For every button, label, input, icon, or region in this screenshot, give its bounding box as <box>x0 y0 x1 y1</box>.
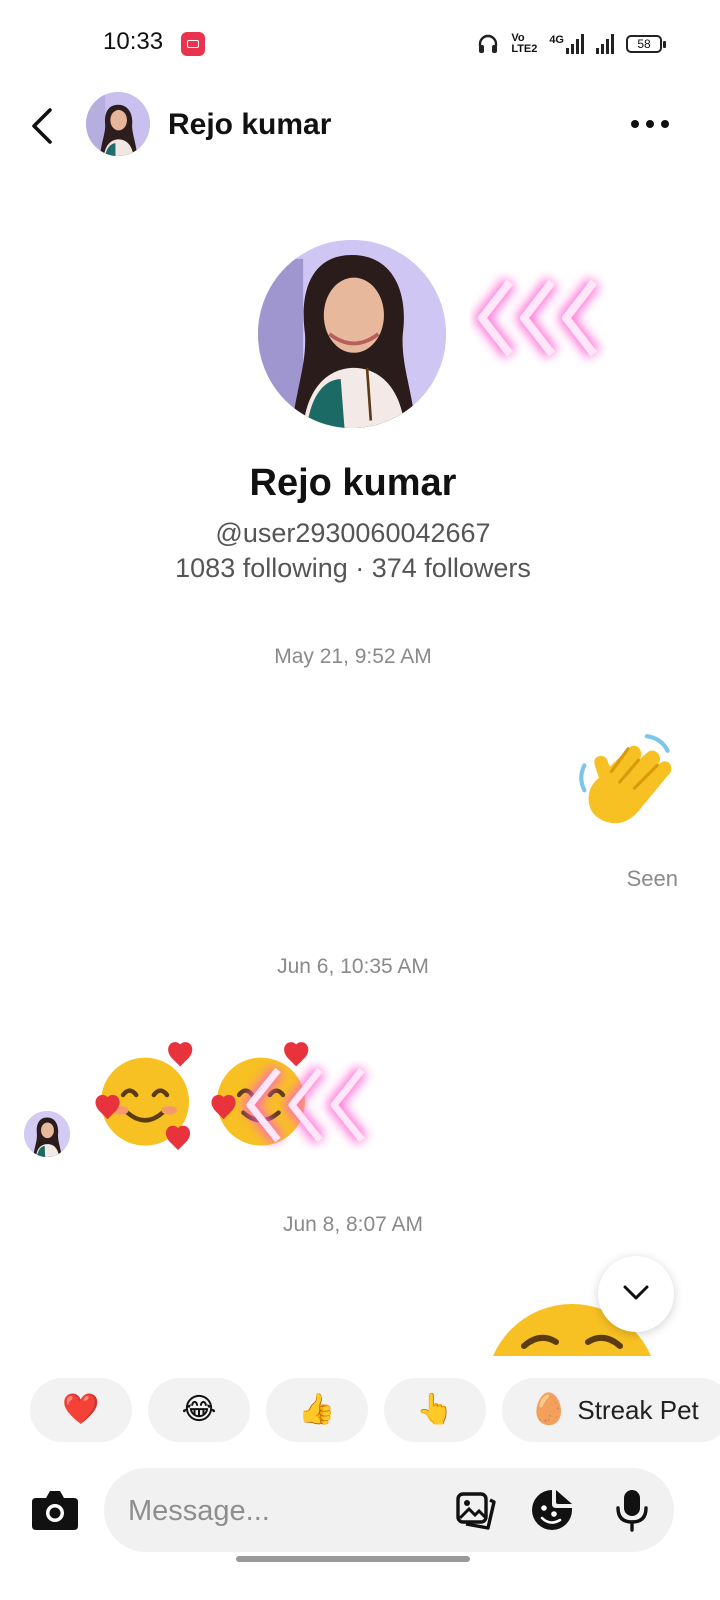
voice-message-button[interactable] <box>610 1488 654 1532</box>
message-timestamp: Jun 6, 10:35 AM <box>277 955 429 978</box>
point-up-icon: 👆 <box>416 1393 454 1426</box>
volte-label: Vo LTE2 <box>511 32 538 55</box>
profile-avatar[interactable] <box>258 240 446 428</box>
network-type-label: 4G <box>549 34 564 46</box>
thumbs-up-icon: 👍 <box>298 1393 336 1426</box>
message-timestamp: Jun 8, 8:07 AM <box>282 1213 424 1236</box>
screen-record-icon <box>181 32 205 56</box>
back-arrow-icon <box>32 108 52 144</box>
chat-header: Rejo kumar <box>0 86 720 166</box>
profile-stats: 1083 following · 374 followers <box>175 553 531 583</box>
streak-chevrons-icon <box>474 277 601 359</box>
header-contact-name[interactable]: Rejo kumar <box>168 108 331 142</box>
streak-pet-icon: 🥚 <box>530 1393 568 1426</box>
profile-name: Rejo kumar <box>249 462 457 504</box>
avatar-photo-icon <box>86 92 150 156</box>
sticker-button[interactable] <box>530 1488 574 1532</box>
message-composer <box>104 1468 674 1552</box>
headphones-icon <box>479 34 498 53</box>
status-bar: 10:33 Vo LTE2 4G 58 <box>0 0 720 86</box>
gallery-button[interactable] <box>454 1488 498 1532</box>
signal-2-icon <box>596 34 614 54</box>
quick-reaction-point-up[interactable]: 👆 <box>384 1378 486 1442</box>
back-button[interactable] <box>26 104 62 148</box>
more-options-button[interactable] <box>626 114 674 134</box>
header-avatar[interactable] <box>86 92 150 156</box>
microphone-icon <box>616 1490 648 1532</box>
quick-reaction-laugh[interactable]: 😂 <box>148 1378 250 1442</box>
smiling-hearts-emoji-icon[interactable] <box>90 1040 200 1150</box>
status-icons: Vo LTE2 4G 58 <box>477 30 666 58</box>
quick-reaction-thumbs-up[interactable]: 👍 <box>266 1378 368 1442</box>
battery-icon: 58 <box>626 35 666 53</box>
laugh-icon: 😂 <box>181 1393 217 1426</box>
sticker-icon <box>532 1490 572 1530</box>
profile-handle: @user2930060042667 <box>215 518 491 548</box>
seen-status: Seen <box>626 866 678 891</box>
heart-icon: ❤️ <box>62 1393 100 1426</box>
message-timestamp: May 21, 9:52 AM <box>274 645 432 668</box>
quick-reaction-heart[interactable]: ❤️ <box>30 1378 132 1442</box>
scroll-to-bottom-button[interactable] <box>598 1256 674 1332</box>
message-input[interactable] <box>126 1488 430 1534</box>
gallery-icon <box>456 1492 496 1530</box>
profile-photo-icon <box>258 240 446 428</box>
sender-avatar[interactable] <box>24 1111 70 1157</box>
streak-pet-label: Streak Pet <box>577 1394 699 1425</box>
signal-1-icon <box>566 34 584 54</box>
streak-pet-button[interactable]: 🥚 Streak Pet <box>502 1378 720 1442</box>
status-time: 10:33 <box>103 28 164 55</box>
chevron-down-icon <box>623 1285 649 1300</box>
quick-reactions-bar: ❤️ 😂 👍 👆 🥚 Streak Pet <box>30 1378 720 1446</box>
camera-icon <box>32 1491 78 1530</box>
camera-button[interactable] <box>30 1486 80 1532</box>
waving-hand-icon[interactable] <box>574 730 678 834</box>
sender-photo-icon <box>24 1111 70 1157</box>
streak-chevrons-icon <box>242 1065 368 1145</box>
home-indicator[interactable] <box>236 1556 470 1562</box>
more-dots-icon <box>631 120 669 128</box>
